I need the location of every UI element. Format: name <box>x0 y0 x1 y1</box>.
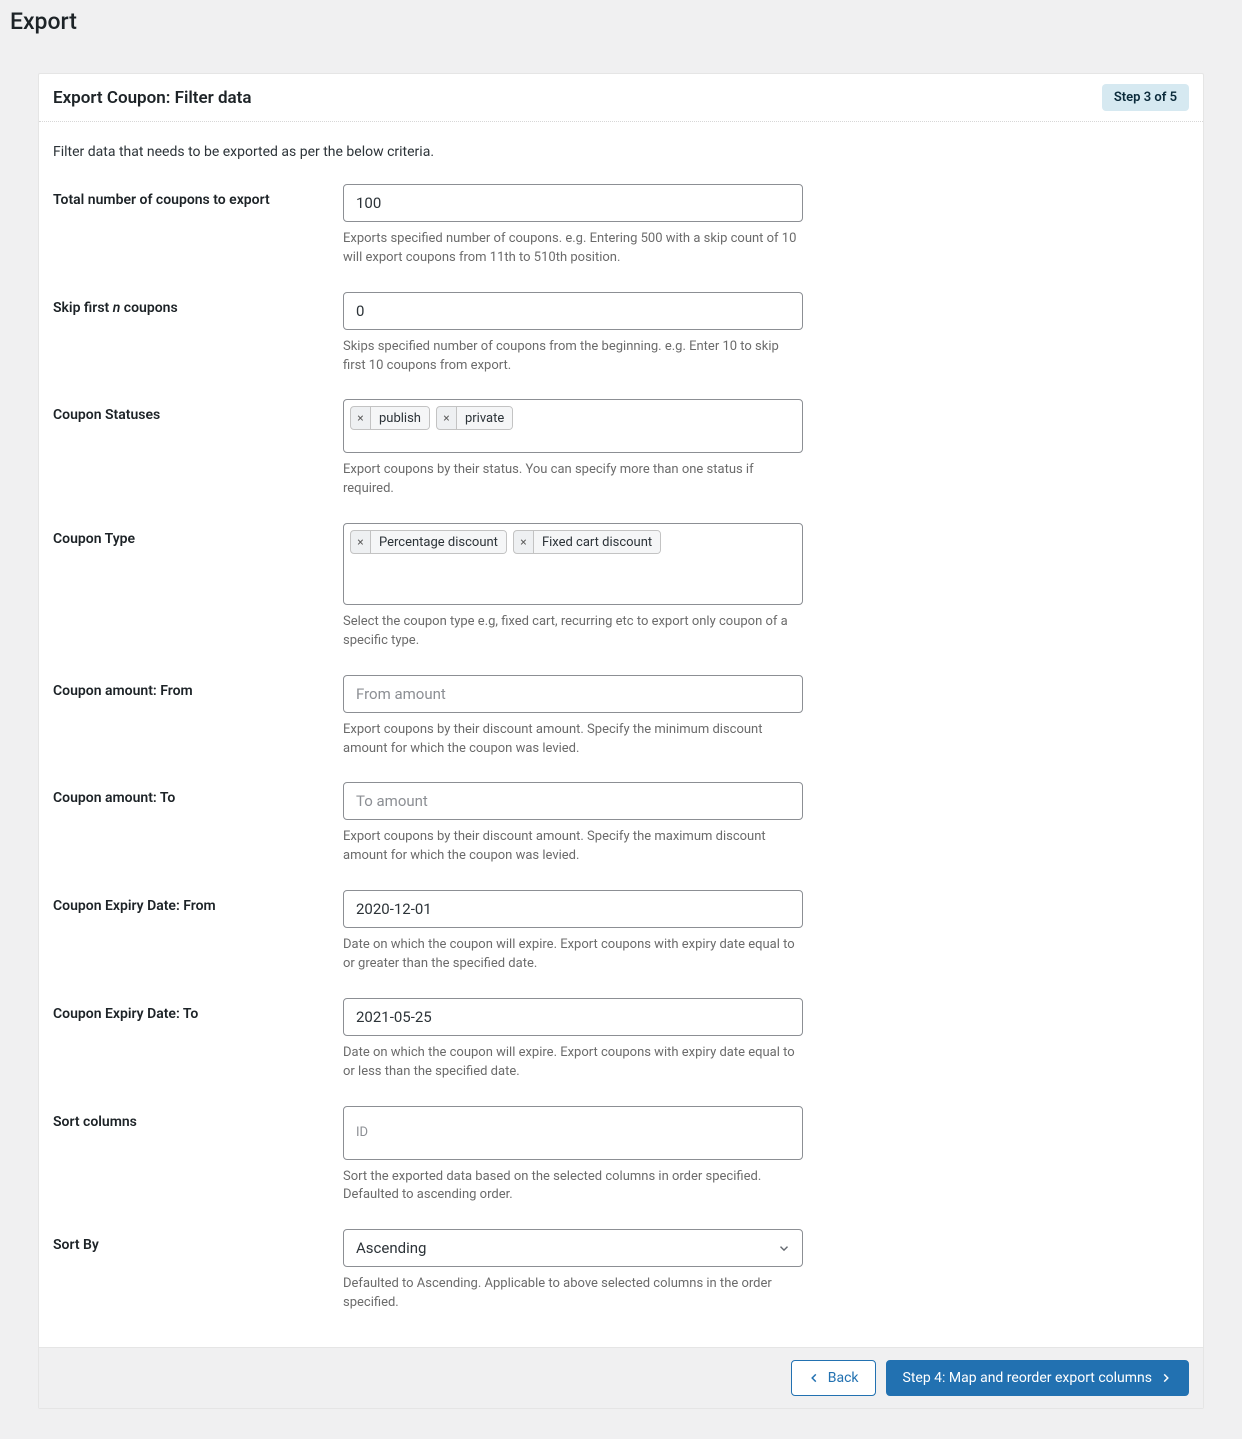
tag-label: private <box>457 407 512 429</box>
sort-by-select[interactable]: Ascending <box>343 1229 803 1267</box>
skip-coupons-input[interactable] <box>343 292 803 330</box>
expiry-to-input[interactable] <box>343 998 803 1036</box>
status-tag: × publish <box>350 406 430 430</box>
remove-tag-icon[interactable]: × <box>351 531 371 553</box>
status-tag: × private <box>436 406 513 430</box>
help-expiry-to: Date on which the coupon will expire. Ex… <box>343 1044 803 1082</box>
back-button-label: Back <box>828 1370 859 1386</box>
remove-tag-icon[interactable]: × <box>514 531 534 553</box>
export-panel: Export Coupon: Filter data Step 3 of 5 F… <box>38 73 1204 1409</box>
row-amount-to: Coupon amount: To Export coupons by thei… <box>53 770 1189 878</box>
sort-columns-input[interactable]: ID <box>343 1106 803 1160</box>
row-sort-columns: Sort columns ID Sort the exported data b… <box>53 1094 1189 1218</box>
sort-columns-placeholder: ID <box>350 1121 374 1144</box>
row-skip-coupons: Skip first n coupons Skips specified num… <box>53 280 1189 388</box>
help-coupon-statuses: Export coupons by their status. You can … <box>343 461 803 499</box>
label-expiry-from: Coupon Expiry Date: From <box>53 890 343 914</box>
remove-tag-icon[interactable]: × <box>437 407 457 429</box>
row-expiry-to: Coupon Expiry Date: To Date on which the… <box>53 986 1189 1094</box>
panel-intro: Filter data that needs to be exported as… <box>39 122 1203 172</box>
label-total-coupons: Total number of coupons to export <box>53 184 343 208</box>
chevron-right-icon <box>1160 1372 1172 1384</box>
help-skip-coupons: Skips specified number of coupons from t… <box>343 338 803 376</box>
remove-tag-icon[interactable]: × <box>351 407 371 429</box>
panel-header: Export Coupon: Filter data Step 3 of 5 <box>39 74 1203 122</box>
help-amount-to: Export coupons by their discount amount.… <box>343 828 803 866</box>
next-button-label: Step 4: Map and reorder export columns <box>903 1370 1152 1386</box>
step-badge: Step 3 of 5 <box>1102 84 1189 111</box>
label-coupon-statuses: Coupon Statuses <box>53 399 343 423</box>
page-title: Export <box>0 8 1242 45</box>
row-coupon-type: Coupon Type × Percentage discount × Fixe… <box>53 511 1189 663</box>
next-button[interactable]: Step 4: Map and reorder export columns <box>886 1360 1189 1396</box>
chevron-left-icon <box>808 1372 820 1384</box>
label-sort-by: Sort By <box>53 1229 343 1253</box>
panel-title: Export Coupon: Filter data <box>53 88 252 108</box>
total-coupons-input[interactable] <box>343 184 803 222</box>
amount-from-input[interactable] <box>343 675 803 713</box>
label-amount-from: Coupon amount: From <box>53 675 343 699</box>
expiry-from-input[interactable] <box>343 890 803 928</box>
row-amount-from: Coupon amount: From Export coupons by th… <box>53 663 1189 771</box>
label-expiry-to: Coupon Expiry Date: To <box>53 998 343 1022</box>
amount-to-input[interactable] <box>343 782 803 820</box>
tag-label: Percentage discount <box>371 531 506 553</box>
help-total-coupons: Exports specified number of coupons. e.g… <box>343 230 803 268</box>
tag-label: Fixed cart discount <box>534 531 660 553</box>
coupon-statuses-input[interactable]: × publish × private <box>343 399 803 453</box>
row-sort-by: Sort By Ascending Defaulted to Ascending… <box>53 1217 1189 1325</box>
row-coupon-statuses: Coupon Statuses × publish × private Expo… <box>53 387 1189 511</box>
help-expiry-from: Date on which the coupon will expire. Ex… <box>343 936 803 974</box>
type-tag: × Percentage discount <box>350 530 507 554</box>
help-amount-from: Export coupons by their discount amount.… <box>343 721 803 759</box>
panel-footer: Back Step 4: Map and reorder export colu… <box>39 1347 1203 1408</box>
help-coupon-type: Select the coupon type e.g, fixed cart, … <box>343 613 803 651</box>
type-tag: × Fixed cart discount <box>513 530 661 554</box>
label-amount-to: Coupon amount: To <box>53 782 343 806</box>
label-skip-coupons: Skip first n coupons <box>53 292 343 316</box>
help-sort-by: Defaulted to Ascending. Applicable to ab… <box>343 1275 803 1313</box>
tag-label: publish <box>371 407 429 429</box>
help-sort-columns: Sort the exported data based on the sele… <box>343 1168 803 1206</box>
label-sort-columns: Sort columns <box>53 1106 343 1130</box>
row-total-coupons: Total number of coupons to export Export… <box>53 172 1189 280</box>
coupon-type-input[interactable]: × Percentage discount × Fixed cart disco… <box>343 523 803 605</box>
back-button[interactable]: Back <box>791 1360 876 1396</box>
label-coupon-type: Coupon Type <box>53 523 343 547</box>
row-expiry-from: Coupon Expiry Date: From Date on which t… <box>53 878 1189 986</box>
